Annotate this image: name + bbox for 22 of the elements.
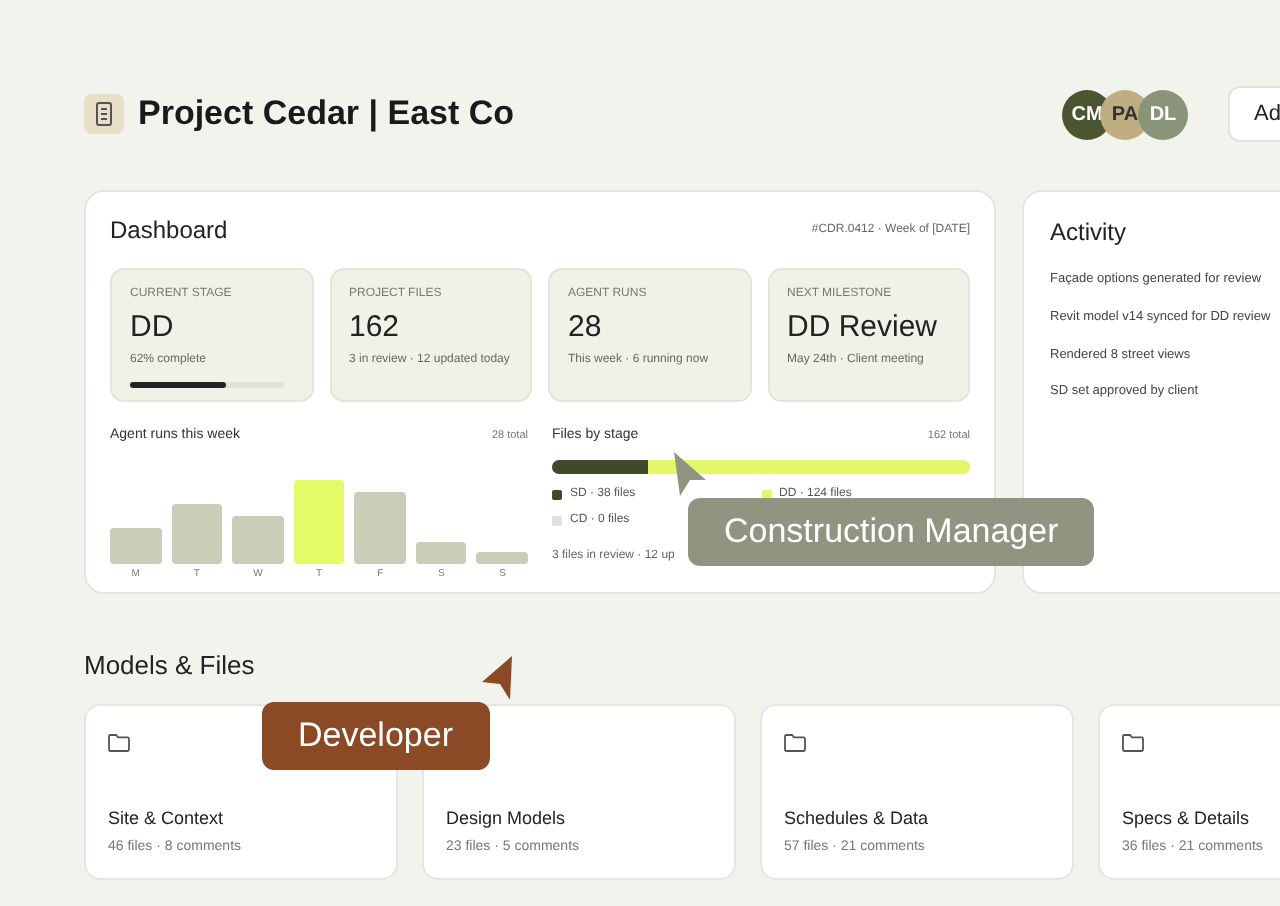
cursor-icon xyxy=(480,656,516,700)
stat-value: DD xyxy=(130,310,176,346)
avatar: DL xyxy=(1138,89,1188,139)
cursor-icon xyxy=(672,452,708,496)
stat-value: 162 xyxy=(349,310,402,346)
add-button[interactable]: Ad xyxy=(1228,86,1280,142)
folder-name: Site & Context xyxy=(108,805,226,831)
folder-name: Design Models xyxy=(446,805,568,832)
folder-name: Schedules & Data xyxy=(784,805,931,831)
section-title: Models & Files xyxy=(84,648,257,684)
folder-icon xyxy=(108,733,130,751)
folder-icon xyxy=(784,733,806,751)
dashboard-title: Dashboard xyxy=(110,214,228,248)
document-icon xyxy=(84,94,124,134)
folder-icon xyxy=(1122,733,1144,751)
stat-value: 28 xyxy=(568,310,604,346)
collaborator-tooltip: Developer xyxy=(262,702,489,770)
project-title: Project Cedar | East Co xyxy=(138,92,515,137)
activity-title: Activity xyxy=(1050,216,1129,250)
stat-value: DD Review xyxy=(787,310,940,346)
collaborator-tooltip: Construction Manager xyxy=(688,498,1095,566)
folder-name: Specs & Details xyxy=(1122,805,1252,832)
